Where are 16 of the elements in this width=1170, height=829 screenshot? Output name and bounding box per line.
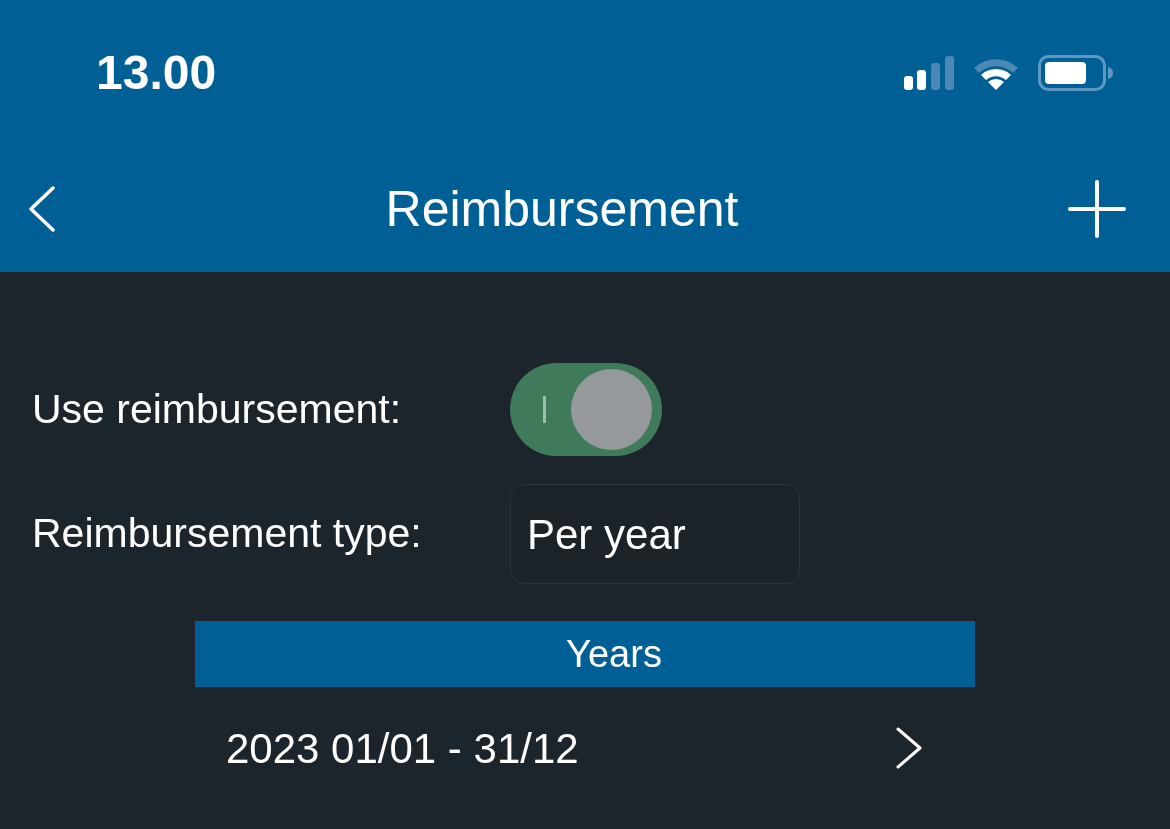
add-button[interactable] [1068,180,1126,238]
on-indicator-icon [543,396,546,423]
setting-label: Reimbursement type: [32,510,422,557]
wifi-icon [972,56,1020,90]
battery-icon [1038,55,1114,91]
plus-icon [1068,180,1126,238]
setting-label: Use reimbursement: [32,385,402,432]
signal-icon [904,56,954,90]
back-chevron-icon [28,186,56,232]
year-row[interactable]: 2023 01/01 - 31/12 [195,687,975,809]
type-select[interactable]: Per year [510,484,800,584]
back-button[interactable] [28,186,56,232]
chevron-right-icon [895,727,923,769]
years-header-text: Years [566,631,662,677]
nav-title: Reimbursement [385,179,739,239]
status-time: 13.00 [96,45,217,101]
